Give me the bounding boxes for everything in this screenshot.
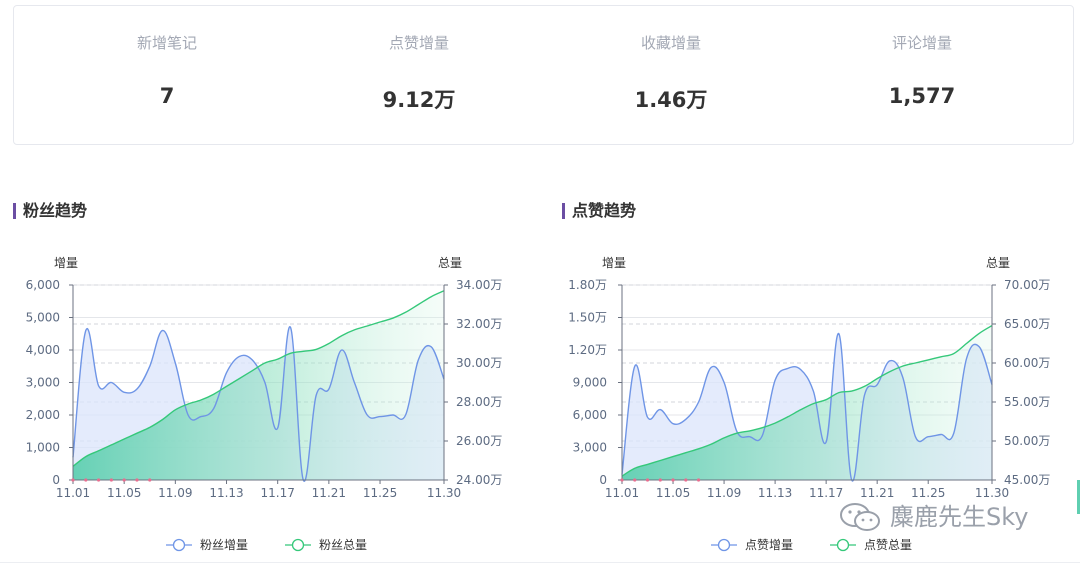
x-tick-label: 11.01 [605,486,639,500]
left-tick-label: 9,000 [573,376,607,390]
x-tick-label: 11.09 [707,486,741,500]
legend-label: 点赞增量 [745,538,793,552]
legend-label: 粉丝增量 [200,538,248,552]
right-tick-label: 55.00万 [1004,395,1050,409]
right-tick-label: 30.00万 [456,356,502,370]
x-tick-label: 11.17 [261,486,295,500]
right-tick-label: 70.00万 [1004,278,1050,292]
right-tick-label: 34.00万 [456,278,502,292]
stat-value: 1.46万 [634,88,708,112]
left-tick-label: 6,000 [26,278,60,292]
x-tick-label: 11.05 [107,486,141,500]
left-tick-label: 6,000 [573,408,607,422]
left-tick-label: 0 [599,473,607,487]
legend-symbol [836,538,850,552]
stat-label: 新增笔记 [136,34,197,52]
wechat-icon [840,503,880,531]
x-tick-label: 11.05 [656,486,690,500]
left-tick-label: 5,000 [26,311,60,325]
left-axis-name: 增量 [602,256,626,270]
marker-point [148,478,152,482]
divider [0,562,1080,563]
x-tick-label: 11.13 [209,486,243,500]
right-axis-name: 总量 [986,256,1010,270]
x-tick-label: 11.30 [427,486,461,500]
left-tick-label: 1,000 [26,441,60,455]
x-tick-label: 11.17 [809,486,843,500]
legend-label: 粉丝总量 [319,538,367,552]
right-tick-label: 24.00万 [456,473,502,487]
marker-point [696,478,701,482]
right-axis-name: 总量 [438,256,462,270]
left-tick-label: 2,000 [26,408,60,422]
marker-point [122,478,126,482]
right-tick-label: 32.00万 [456,317,502,331]
legend-label: 点赞总量 [864,538,912,552]
marker-point [633,478,637,482]
left-tick-label: 0 [52,473,60,487]
legend-symbol [717,538,731,552]
stats-card: 新增笔记 7 点赞增量 9.12万 收藏增量 1.46万 评论增量 1,577 [13,5,1074,145]
legend-symbol [172,538,186,552]
left-axis-name: 增量 [54,256,78,270]
marker-point [658,478,662,482]
marker-point [109,478,113,482]
stat-value: 1,577 [888,84,956,108]
right-tick-label: 26.00万 [456,434,502,448]
left-tick-label: 1.20万 [568,343,607,357]
legend-symbol [291,538,305,552]
watermark: 麋鹿先生Sky [890,503,1029,531]
marker-point [96,478,101,482]
stat-label: 收藏增量 [640,34,701,52]
stat-label: 评论增量 [891,34,952,52]
x-tick-label: 11.09 [158,486,192,500]
left-tick-label: 3,000 [573,441,607,455]
right-tick-label: 60.00万 [1004,356,1050,370]
right-tick-label: 45.00万 [1004,473,1050,487]
x-tick-label: 11.25 [363,486,397,500]
marker-point [620,478,624,482]
left-tick-label: 3,000 [26,376,60,390]
marker-point [71,478,75,482]
stat-label: 点赞增量 [388,34,449,52]
left-tick-label: 1.50万 [568,311,607,325]
stat-value: 7 [159,84,175,108]
marker-point [135,478,139,482]
x-tick-label: 11.21 [312,486,346,500]
section-title-fans: 粉丝趋势 [13,201,87,221]
fans-trend-chart: 0 1,000 2,000 3,000 4,000 5,000 6,000 24.00万 26.… [26,256,503,552]
marker-point [84,478,88,482]
section-title-likes: 点赞趋势 [562,201,636,221]
marker-point [645,478,650,482]
marker-point [684,478,688,482]
right-tick-label: 65.00万 [1004,317,1050,331]
stat-value: 9.12万 [382,88,456,112]
left-tick-label: 4,000 [26,343,60,357]
marker-point [671,478,675,482]
x-tick-label: 11.13 [758,486,792,500]
x-tick-label: 11.01 [56,486,90,500]
right-tick-label: 50.00万 [1004,434,1050,448]
left-tick-label: 1.80万 [568,278,607,292]
right-tick-label: 28.00万 [456,395,502,409]
